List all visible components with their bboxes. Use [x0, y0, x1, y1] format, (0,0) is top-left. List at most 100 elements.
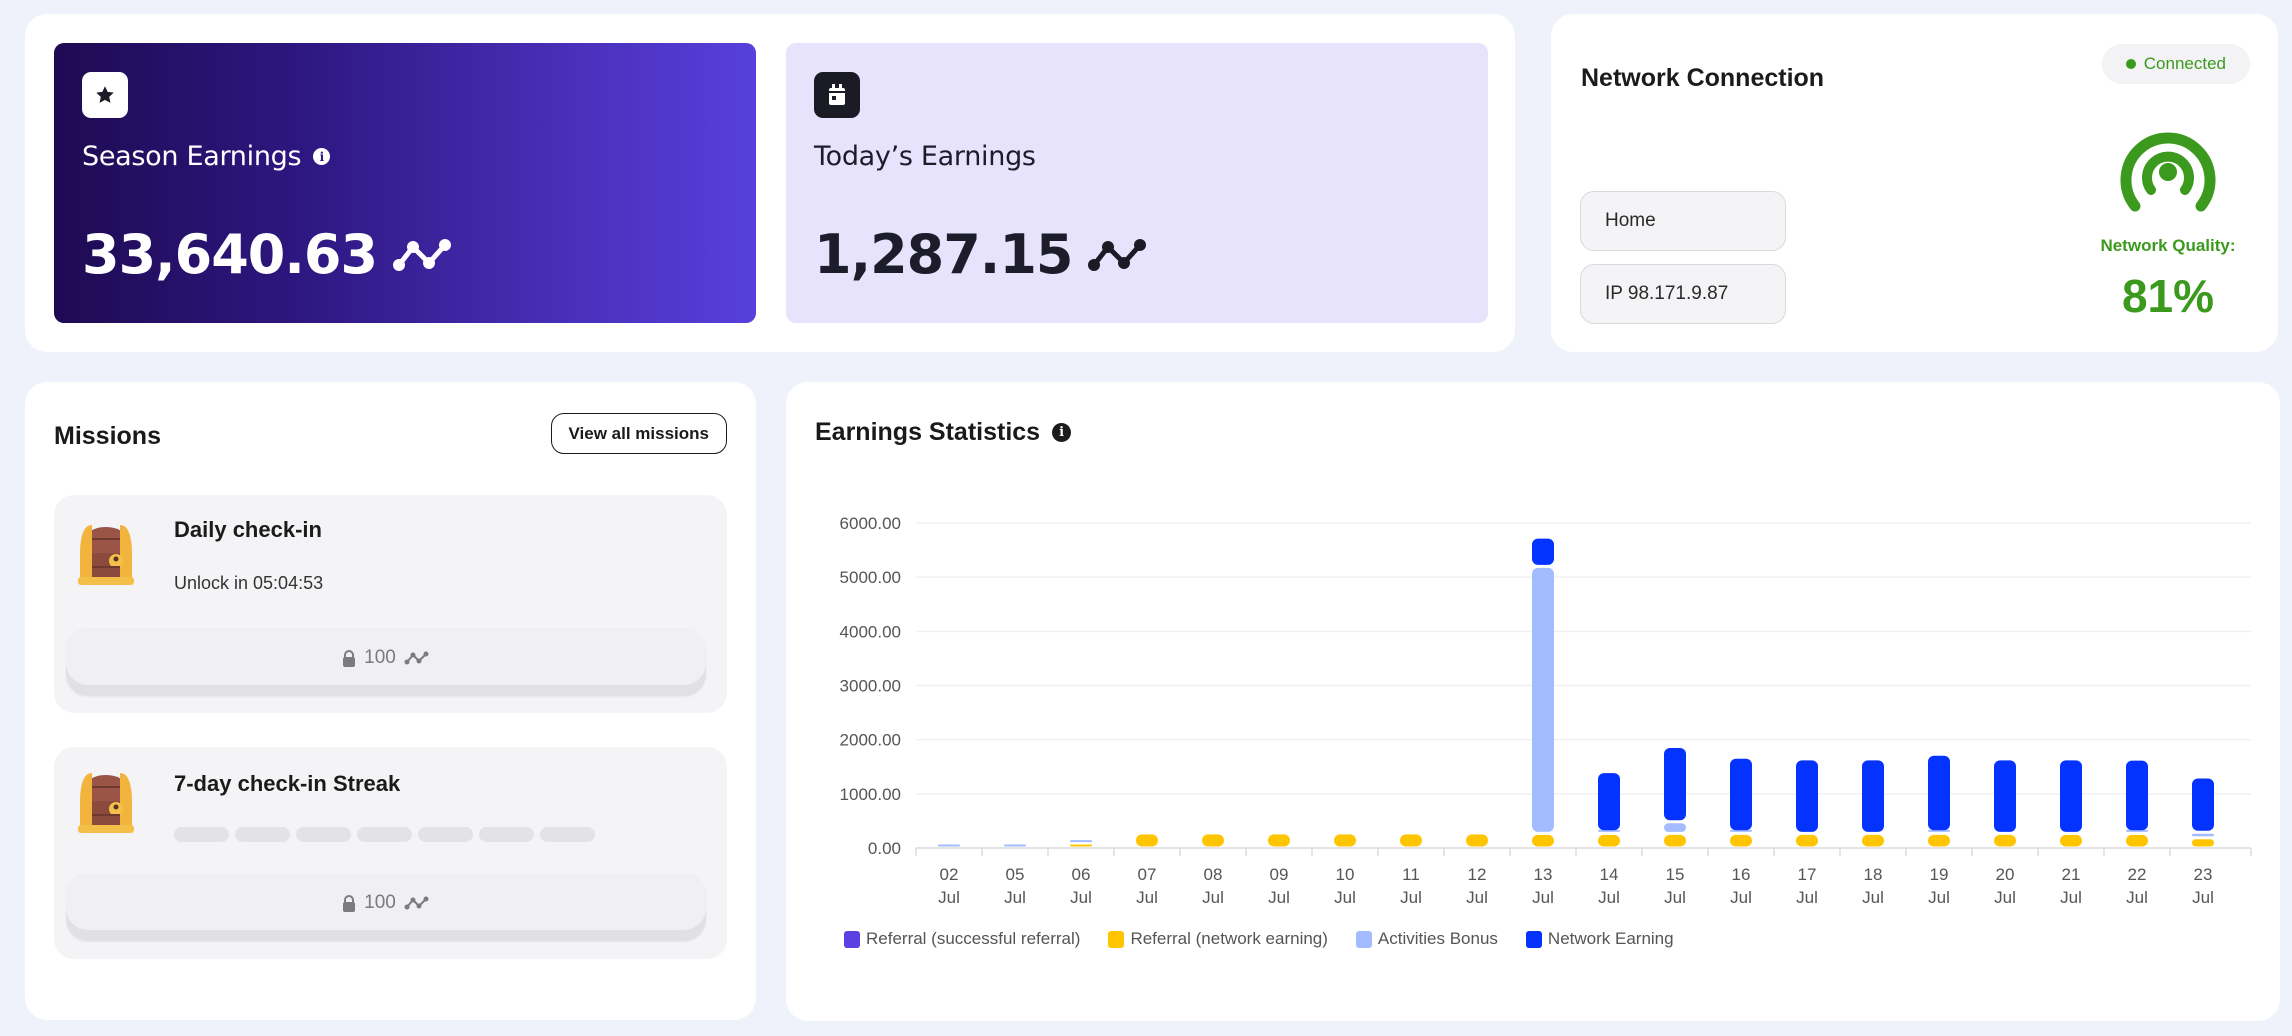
season-earnings-title: Season Earnings i [82, 141, 331, 172]
x-tick-label-day: 19 [1930, 865, 1949, 884]
bar-referral-network-earning [1598, 834, 1620, 847]
bar-network-earning [1862, 760, 1884, 832]
bar-referral-network-earning [2126, 834, 2148, 847]
bar-network-earning [1532, 538, 1554, 565]
streak-day-pill [479, 827, 534, 842]
claim-reward-button[interactable]: 100 [66, 628, 706, 696]
x-tick-label-month: Jul [1532, 888, 1554, 907]
bar-network-earning [1730, 758, 1752, 831]
connection-status-badge: Connected [2101, 44, 2250, 84]
claim-reward-button[interactable]: 100 [66, 873, 706, 941]
x-tick-label-month: Jul [1202, 888, 1224, 907]
mission-name: Daily check-in [174, 517, 322, 542]
x-tick-label-month: Jul [1994, 888, 2016, 907]
legend-item[interactable]: Network Earning [1525, 929, 1674, 949]
mission-name: 7-day check-in Streak [174, 771, 401, 796]
bar-referral-network-earning [1136, 834, 1158, 847]
x-tick-label-month: Jul [1796, 888, 1818, 907]
bar-activities-bonus [1664, 823, 1686, 832]
x-tick-label-day: 16 [1732, 865, 1751, 884]
y-tick-label: 0.00 [868, 839, 901, 858]
missions-panel: Missions View all missions Daily check-i… [25, 382, 756, 1020]
season-earnings-value-row: 33,640.63 [82, 223, 455, 286]
x-tick-label-day: 02 [940, 865, 959, 884]
x-tick-label-month: Jul [1598, 888, 1620, 907]
season-earnings-card: Season Earnings i 33,640.63 [54, 43, 756, 323]
bar-referral-network-earning [1862, 834, 1884, 847]
x-tick-label-month: Jul [1862, 888, 1884, 907]
legend-swatch [1355, 930, 1372, 948]
reward-amount: 100 [364, 892, 396, 913]
bar-referral-network-earning [1466, 834, 1488, 847]
season-earnings-label: Season Earnings [82, 141, 302, 172]
today-earnings-value: 1,287.15 [814, 223, 1073, 286]
y-tick-label: 5000.00 [840, 568, 901, 587]
bar-activities-bonus [1004, 844, 1026, 847]
bar-network-earning [2126, 760, 2148, 831]
bar-activities-bonus [2192, 833, 2214, 837]
y-tick-label: 2000.00 [840, 731, 901, 750]
x-tick-label-month: Jul [938, 888, 960, 907]
legend-label: Activities Bonus [1377, 929, 1498, 948]
y-tick-label: 1000.00 [840, 785, 901, 804]
x-tick-label-month: Jul [1928, 888, 1950, 907]
streak-day-pill [357, 827, 412, 842]
earnings-panel: Season Earnings i 33,640.63 Today’s Earn… [25, 14, 1515, 352]
missions-title: Missions [54, 422, 161, 450]
bar-referral-network-earning [1334, 834, 1356, 847]
x-tick-label-month: Jul [1400, 888, 1422, 907]
legend-swatch [1108, 930, 1125, 948]
chart-legend: Referral (successful referral) Referral (… [844, 929, 1674, 949]
x-tick-label-month: Jul [1136, 888, 1158, 907]
mission-unlock-countdown: Unlock in 05:04:53 [174, 573, 324, 593]
x-tick-label-month: Jul [1004, 888, 1026, 907]
bar-referral-network-earning [1268, 834, 1290, 847]
bar-referral-network-earning [1928, 834, 1950, 847]
x-tick-label-month: Jul [1664, 888, 1686, 907]
bar-referral-network-earning [1070, 844, 1092, 847]
y-tick-label: 3000.00 [840, 677, 901, 696]
treasure-chest-icon [78, 525, 134, 585]
legend-item[interactable]: Referral (network earning) [1108, 929, 1328, 949]
streak-day-pill [418, 827, 473, 842]
x-tick-label-month: Jul [1730, 888, 1752, 907]
x-tick-label-day: 07 [1138, 865, 1157, 884]
x-tick-label-day: 06 [1072, 865, 1091, 884]
ip-address-field[interactable]: IP 98.171.9.87 [1580, 264, 1786, 324]
points-token-icon [404, 651, 429, 665]
bar-referral-network-earning [1796, 834, 1818, 847]
today-earnings-card: Today’s Earnings 1,287.15 [786, 43, 1488, 323]
network-name-field[interactable]: Home [1580, 191, 1786, 251]
info-icon[interactable]: i [313, 148, 331, 165]
y-tick-label: 6000.00 [840, 514, 901, 533]
legend-item[interactable]: Activities Bonus [1355, 929, 1498, 949]
x-tick-label-day: 10 [1336, 865, 1355, 884]
view-all-missions-button[interactable]: View all missions [550, 413, 727, 454]
bar-network-earning [2060, 760, 2082, 832]
mission-card-7-day-streak: 7-day check-in Streak 100 [54, 747, 727, 959]
bar-activities-bonus [1532, 567, 1554, 832]
star-icon [82, 72, 128, 118]
reward-amount: 100 [364, 647, 396, 668]
x-tick-label-day: 18 [1864, 865, 1883, 884]
network-connection-title: Network Connection [1581, 64, 1825, 92]
x-tick-label-month: Jul [2126, 888, 2148, 907]
x-tick-label-month: Jul [1334, 888, 1356, 907]
bar-network-earning [1994, 760, 2016, 832]
bar-network-earning [2192, 778, 2214, 831]
x-tick-label-day: 12 [1468, 865, 1487, 884]
bar-referral-network-earning [2192, 839, 2214, 847]
bar-activities-bonus [1070, 840, 1092, 843]
status-dot-icon [2125, 59, 2136, 69]
x-tick-label-month: Jul [2060, 888, 2082, 907]
legend-item[interactable]: Referral (successful referral) [844, 929, 1080, 949]
bar-network-earning [1928, 755, 1950, 831]
bar-referral-network-earning [1730, 834, 1752, 847]
bar-network-earning [1796, 760, 1818, 832]
streak-day-pill [540, 827, 595, 842]
legend-label: Referral (network earning) [1130, 929, 1328, 948]
x-tick-label-day: 20 [1996, 865, 2015, 884]
x-tick-label-month: Jul [1466, 888, 1488, 907]
streak-day-pill [296, 827, 351, 842]
earnings-bar-chart: 0.00 1000.00 2000.00 3000.00 4000.00 5000.00 6… [840, 514, 2252, 907]
